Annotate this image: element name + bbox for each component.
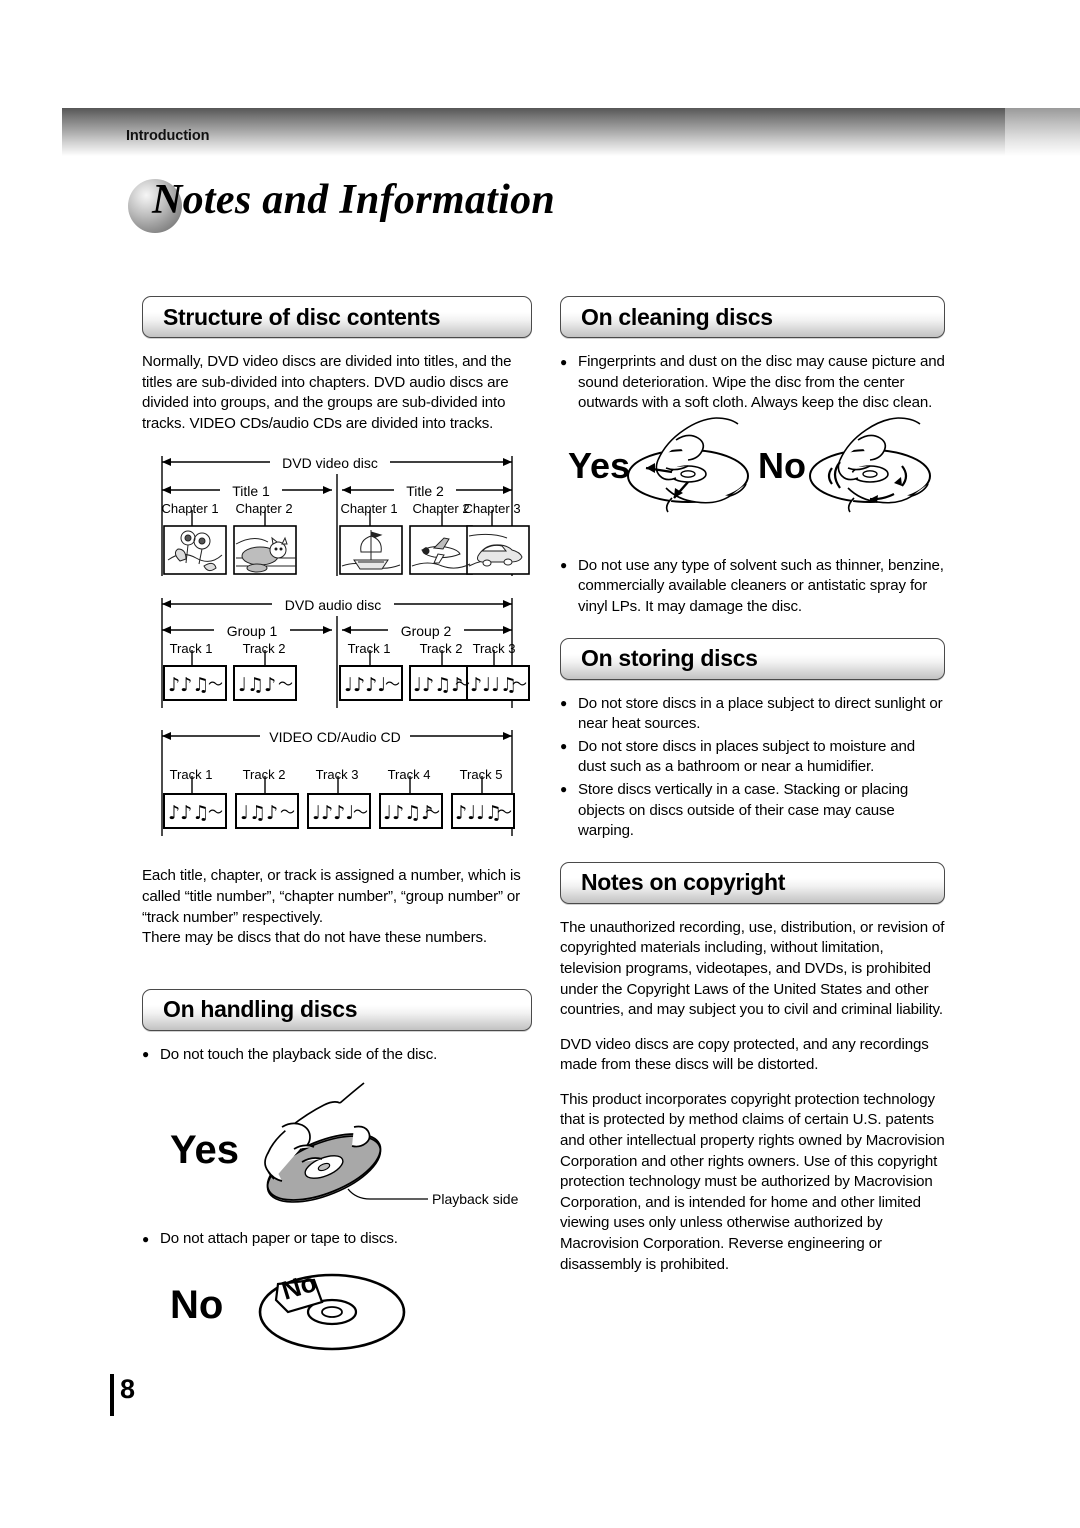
svg-text:〜: 〜 [208, 803, 223, 821]
cleaning-bullet-2: Do not use any type of solvent such as t… [560, 555, 945, 618]
structure-outro-text-1: Each title, chapter, or track is assigne… [142, 867, 521, 926]
svg-text:〜: 〜 [278, 675, 293, 693]
svg-text:♪♪♫: ♪♪♫ [168, 802, 209, 824]
svg-text:♩♪♪♩: ♩♪♪♩ [312, 802, 354, 824]
svg-text:〜: 〜 [512, 675, 527, 693]
svg-text:〜: 〜 [385, 675, 400, 693]
svg-text:Track 2: Track 2 [243, 767, 286, 782]
svg-text:Chapter 1: Chapter 1 [161, 501, 218, 516]
svg-text:Group 2: Group 2 [401, 623, 452, 639]
storing-bullet-1: Do not store discs in a place subject to… [560, 693, 945, 735]
cleaning-no-label: No [758, 445, 806, 486]
hand-wiping-disc-circularly-icon [809, 416, 931, 513]
copyright-paragraph-1: The unauthorized recording, use, distrib… [560, 918, 945, 1019]
diagram-dvd-audio-disc: DVD audio disc Group 1 Group 2 Track 1 T… [142, 590, 532, 718]
section-label: Introduction [126, 128, 210, 144]
cleaning-bullet-1: Fingerprints and dust on the disc may ca… [560, 352, 945, 414]
section-header-cleaning: On cleaning discs [560, 296, 945, 338]
svg-text:Track 1: Track 1 [170, 641, 213, 656]
page-header-bar-tail [1005, 108, 1080, 156]
no-label: No [170, 1283, 223, 1327]
svg-text:♩♪♪♩: ♩♪♪♩ [344, 674, 386, 696]
svg-text:Title 1: Title 1 [232, 483, 270, 499]
hand-wiping-disc-radially-icon [627, 416, 749, 513]
svg-text:〜: 〜 [425, 803, 440, 821]
diagram-dvd-video-disc: DVD video disc Title 1 Title 2 Chapter 1… [142, 448, 532, 588]
svg-text:Track 2: Track 2 [420, 641, 463, 656]
svg-text:Chapter 2: Chapter 2 [412, 501, 469, 516]
illustration-cleaning: Yes No [560, 416, 945, 556]
copyright-paragraph-2: DVD video discs are copy protected, and … [560, 1035, 929, 1074]
svg-text:DVD video disc: DVD video disc [282, 455, 378, 471]
svg-text:〜: 〜 [353, 803, 368, 821]
svg-text:Track 2: Track 2 [243, 641, 286, 656]
section-header-structure: Structure of disc contents [142, 296, 532, 338]
page-title-text: Notes and Information [152, 177, 556, 223]
left-column: Structure of disc contents Normally, DVD… [142, 296, 532, 1362]
section-header-handling: On handling discs [142, 988, 532, 1031]
svg-text:Group 1: Group 1 [227, 623, 278, 639]
svg-text:Title 2: Title 2 [406, 483, 444, 499]
svg-text:Track 1: Track 1 [170, 767, 213, 782]
section-header-handling-label: On handling discs [163, 996, 358, 1023]
handling-bullet-2: Do not attach paper or tape to discs. [142, 1229, 532, 1250]
svg-text:♪♩♩♫: ♪♩♩♫ [470, 674, 517, 696]
svg-text:Track 1: Track 1 [348, 641, 391, 656]
section-header-storing: On storing discs [560, 637, 945, 680]
svg-text:♪♩♩♫: ♪♩♩♫ [455, 802, 502, 824]
svg-text:〜: 〜 [497, 803, 512, 821]
storing-bullet-2: Do not store discs in places subject to … [560, 736, 945, 778]
section-header-cleaning-label: On cleaning discs [581, 303, 773, 330]
playback-side-callout: Playback side [432, 1191, 519, 1207]
page-number: 8 [120, 1374, 136, 1404]
handling-bullet-1: Do not touch the playback side of the di… [142, 1044, 532, 1066]
svg-text:♪♪♫: ♪♪♫ [168, 674, 209, 696]
svg-text:Chapter 3: Chapter 3 [463, 501, 520, 516]
svg-text:DVD audio disc: DVD audio disc [285, 597, 382, 613]
right-column: On cleaning discs Fingerprints and dust … [560, 296, 945, 1289]
svg-text:Track 4: Track 4 [388, 767, 431, 782]
illustration-handling-no: No No [142, 1252, 532, 1362]
svg-text:♩♫♪: ♩♫♪ [240, 802, 278, 824]
svg-text:Track 3: Track 3 [316, 767, 359, 782]
svg-text:VIDEO CD/Audio CD: VIDEO CD/Audio CD [269, 729, 400, 745]
svg-text:〜: 〜 [455, 675, 470, 693]
storing-bullet-3: Store discs vertically in a case. Stacki… [560, 779, 945, 842]
copyright-paragraph-3: This product incorporates copyright prot… [560, 1090, 945, 1273]
svg-text:Chapter 2: Chapter 2 [235, 501, 292, 516]
section-header-storing-label: On storing discs [581, 645, 758, 672]
structure-outro-text-2: There may be discs that do not have thes… [142, 929, 487, 947]
svg-text:Track 5: Track 5 [460, 767, 503, 782]
structure-intro-text: Normally, DVD video discs are divided in… [142, 353, 512, 432]
diagram-video-cd-audio-cd: VIDEO CD/Audio CD Track 1 Track 2 Track … [142, 720, 532, 846]
page-header-bar [62, 108, 1072, 156]
illustration-handling-yes: Yes Playback side [142, 1067, 532, 1227]
section-header-copyright-label: Notes on copyright [581, 869, 786, 896]
svg-text:Chapter 1: Chapter 1 [340, 501, 397, 516]
section-header-structure-label: Structure of disc contents [163, 303, 441, 330]
cleaning-yes-label: Yes [568, 445, 630, 486]
svg-text:♩♫♪: ♩♫♪ [238, 674, 276, 696]
svg-text:Track 3: Track 3 [473, 641, 516, 656]
svg-text:〜: 〜 [208, 675, 223, 693]
page-number-rule [110, 1374, 114, 1416]
yes-label: Yes [170, 1128, 239, 1172]
svg-text:〜: 〜 [280, 803, 295, 821]
section-header-copyright: Notes on copyright [560, 861, 945, 904]
